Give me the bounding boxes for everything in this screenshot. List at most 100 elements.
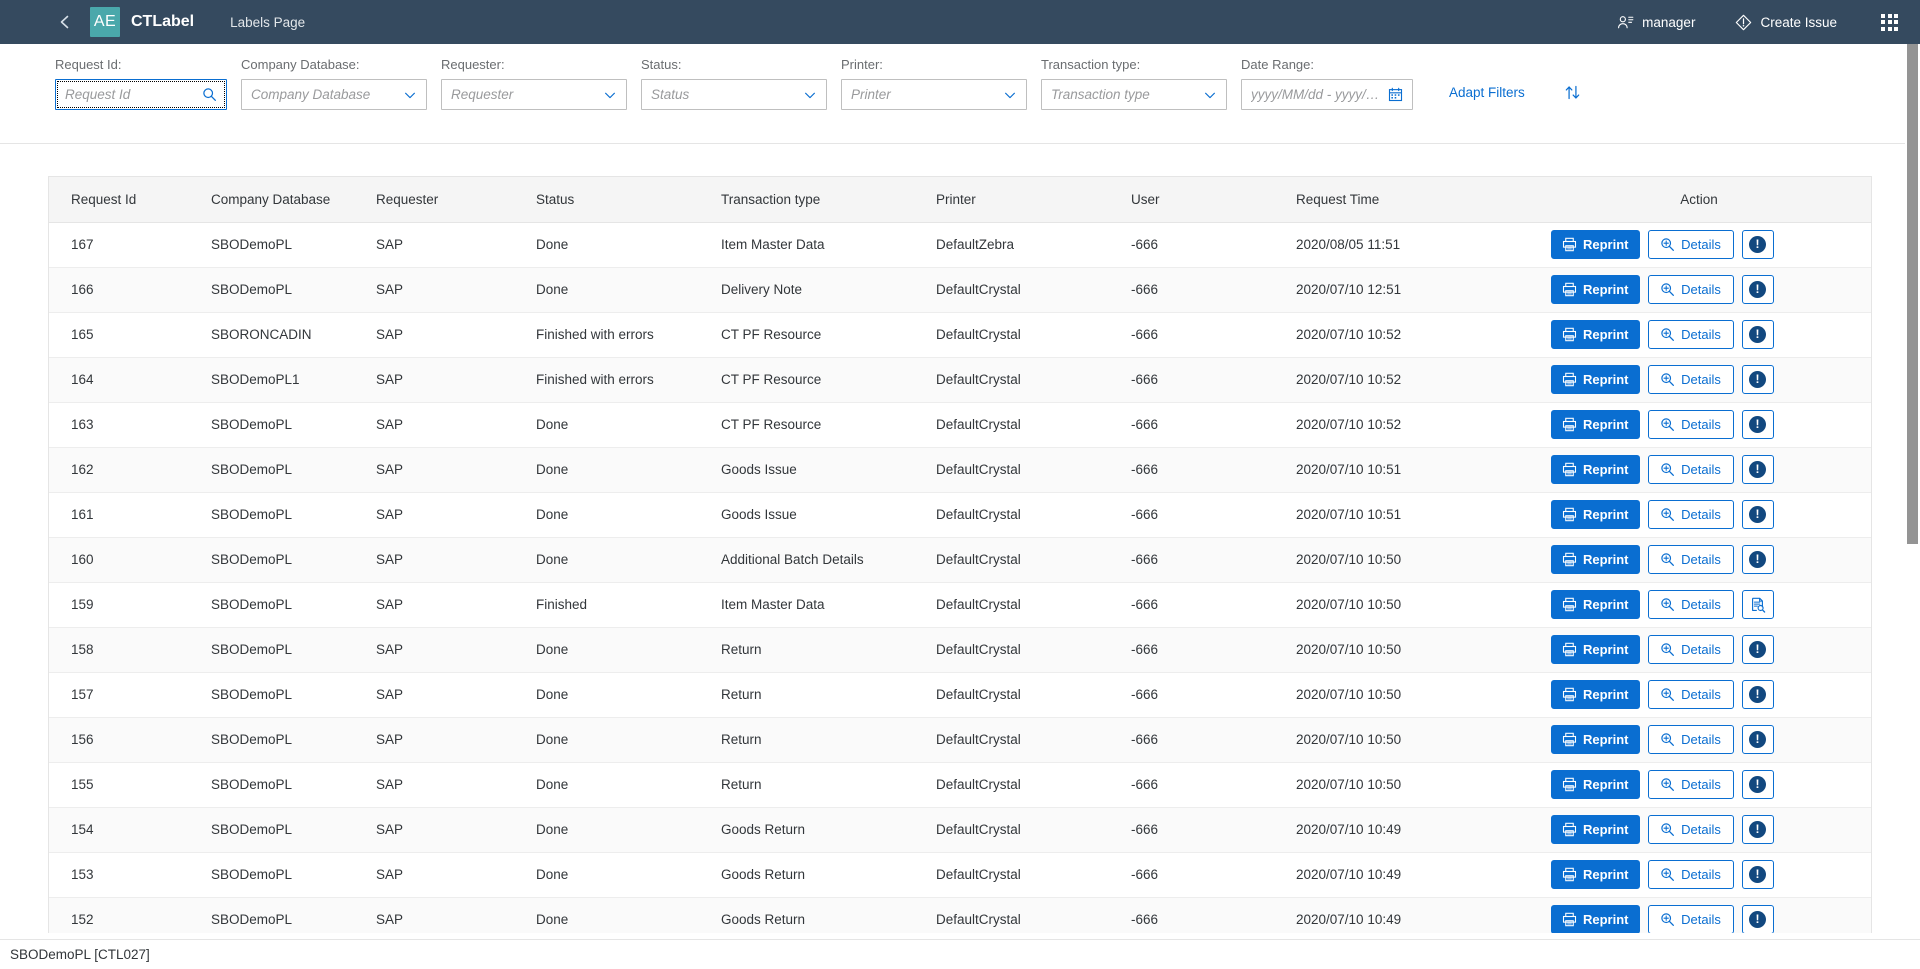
cell-user: -666 <box>1119 627 1284 672</box>
reprint-button[interactable]: Reprint <box>1551 770 1640 799</box>
printer-select[interactable]: Printer <box>841 79 1027 110</box>
info-button[interactable]: ! <box>1742 455 1774 484</box>
chevron-down-icon[interactable] <box>1003 88 1017 102</box>
column-header-transaction-type[interactable]: Transaction type <box>709 177 924 222</box>
cell-request-time: 2020/07/10 10:50 <box>1284 717 1539 762</box>
details-button[interactable]: Details <box>1648 275 1734 304</box>
transaction-type-select[interactable]: Transaction type <box>1041 79 1227 110</box>
company-database-select[interactable]: Company Database <box>241 79 427 110</box>
info-button[interactable]: ! <box>1742 860 1774 889</box>
view-log-button[interactable] <box>1742 590 1774 619</box>
reprint-button[interactable]: Reprint <box>1551 455 1640 484</box>
reprint-button[interactable]: Reprint <box>1551 275 1640 304</box>
column-header-request-id[interactable]: Request Id <box>49 177 199 222</box>
details-button[interactable]: Details <box>1648 320 1734 349</box>
page-scrollbar-thumb[interactable] <box>1907 44 1918 544</box>
chevron-down-icon[interactable] <box>1203 88 1217 102</box>
table-row[interactable]: 164SBODemoPL1SAPFinished with errorsCT P… <box>49 357 1871 402</box>
info-button[interactable]: ! <box>1742 410 1774 439</box>
cell-requester: SAP <box>364 627 524 672</box>
table-row[interactable]: 158SBODemoPLSAPDoneReturnDefaultCrystal-… <box>49 627 1871 672</box>
status-select[interactable]: Status <box>641 79 827 110</box>
table-row[interactable]: 159SBODemoPLSAPFinishedItem Master DataD… <box>49 582 1871 627</box>
reprint-button[interactable]: Reprint <box>1551 410 1640 439</box>
reprint-button[interactable]: Reprint <box>1551 635 1640 664</box>
table-row[interactable]: 154SBODemoPLSAPDoneGoods ReturnDefaultCr… <box>49 807 1871 852</box>
chevron-down-icon[interactable] <box>803 88 817 102</box>
reprint-button[interactable]: Reprint <box>1551 500 1640 529</box>
table-row[interactable]: 155SBODemoPLSAPDoneReturnDefaultCrystal-… <box>49 762 1871 807</box>
column-header-request-time[interactable]: Request Time <box>1284 177 1539 222</box>
app-logo: AE <box>90 7 120 37</box>
info-button[interactable]: ! <box>1742 635 1774 664</box>
reprint-button[interactable]: Reprint <box>1551 365 1640 394</box>
info-button[interactable]: ! <box>1742 275 1774 304</box>
table-row[interactable]: 156SBODemoPLSAPDoneReturnDefaultCrystal-… <box>49 717 1871 762</box>
info-button[interactable]: ! <box>1742 680 1774 709</box>
create-issue-button[interactable]: Create Issue <box>1735 14 1837 31</box>
column-header-user[interactable]: User <box>1119 177 1284 222</box>
reprint-button[interactable]: Reprint <box>1551 590 1640 619</box>
info-button[interactable]: ! <box>1742 815 1774 844</box>
details-button[interactable]: Details <box>1648 770 1734 799</box>
adapt-filters-button[interactable]: Adapt Filters <box>1449 85 1525 100</box>
page-scrollbar[interactable] <box>1905 44 1920 923</box>
details-button[interactable]: Details <box>1648 590 1734 619</box>
info-button[interactable]: ! <box>1742 320 1774 349</box>
app-launcher-button[interactable] <box>1881 14 1898 31</box>
table-row[interactable]: 165SBORONCADINSAPFinished with errorsCT … <box>49 312 1871 357</box>
table-row[interactable]: 167SBODemoPLSAPDoneItem Master DataDefau… <box>49 222 1871 267</box>
info-button[interactable]: ! <box>1742 725 1774 754</box>
back-button[interactable] <box>55 12 75 32</box>
sort-button[interactable] <box>1563 83 1582 107</box>
details-button[interactable]: Details <box>1648 815 1734 844</box>
info-button[interactable]: ! <box>1742 770 1774 799</box>
table-row[interactable]: 160SBODemoPLSAPDoneAdditional Batch Deta… <box>49 537 1871 582</box>
details-button[interactable]: Details <box>1648 635 1734 664</box>
requester-select[interactable]: Requester <box>441 79 627 110</box>
search-icon[interactable] <box>202 87 217 102</box>
reprint-button[interactable]: Reprint <box>1551 815 1640 844</box>
user-menu-button[interactable]: manager <box>1617 14 1695 31</box>
column-header-printer[interactable]: Printer <box>924 177 1119 222</box>
chevron-down-icon[interactable] <box>403 88 417 102</box>
details-button[interactable]: Details <box>1648 905 1734 934</box>
table-row[interactable]: 163SBODemoPLSAPDoneCT PF ResourceDefault… <box>49 402 1871 447</box>
details-button[interactable]: Details <box>1648 680 1734 709</box>
reprint-button[interactable]: Reprint <box>1551 230 1640 259</box>
column-header-company-database[interactable]: Company Database <box>199 177 364 222</box>
table-row[interactable]: 161SBODemoPLSAPDoneGoods IssueDefaultCry… <box>49 492 1871 537</box>
details-button[interactable]: Details <box>1648 455 1734 484</box>
details-button[interactable]: Details <box>1648 230 1734 259</box>
details-button[interactable]: Details <box>1648 410 1734 439</box>
reprint-button[interactable]: Reprint <box>1551 905 1640 934</box>
details-button[interactable]: Details <box>1648 545 1734 574</box>
details-button[interactable]: Details <box>1648 860 1734 889</box>
info-button[interactable]: ! <box>1742 365 1774 394</box>
table-row[interactable]: 153SBODemoPLSAPDoneGoods ReturnDefaultCr… <box>49 852 1871 897</box>
reprint-button[interactable]: Reprint <box>1551 680 1640 709</box>
date-range-input[interactable]: yyyy/MM/dd - yyyy/MM/... <box>1241 79 1413 110</box>
cell-user: -666 <box>1119 267 1284 312</box>
table-row[interactable]: 166SBODemoPLSAPDoneDelivery NoteDefaultC… <box>49 267 1871 312</box>
info-button[interactable]: ! <box>1742 905 1774 934</box>
details-button[interactable]: Details <box>1648 365 1734 394</box>
details-button[interactable]: Details <box>1648 725 1734 754</box>
cell-action: Reprint Details! <box>1539 762 1871 807</box>
chevron-down-icon[interactable] <box>603 88 617 102</box>
table-row[interactable]: 157SBODemoPLSAPDoneReturnDefaultCrystal-… <box>49 672 1871 717</box>
calendar-icon[interactable] <box>1388 87 1403 102</box>
column-header-status[interactable]: Status <box>524 177 709 222</box>
reprint-button[interactable]: Reprint <box>1551 320 1640 349</box>
column-header-requester[interactable]: Requester <box>364 177 524 222</box>
info-button[interactable]: ! <box>1742 545 1774 574</box>
info-button[interactable]: ! <box>1742 500 1774 529</box>
reprint-button[interactable]: Reprint <box>1551 725 1640 754</box>
table-row[interactable]: 162SBODemoPLSAPDoneGoods IssueDefaultCry… <box>49 447 1871 492</box>
info-button[interactable]: ! <box>1742 230 1774 259</box>
details-button[interactable]: Details <box>1648 500 1734 529</box>
reprint-button[interactable]: Reprint <box>1551 860 1640 889</box>
cell-requester: SAP <box>364 312 524 357</box>
reprint-button[interactable]: Reprint <box>1551 545 1640 574</box>
request-id-input[interactable]: Request Id <box>55 79 227 110</box>
